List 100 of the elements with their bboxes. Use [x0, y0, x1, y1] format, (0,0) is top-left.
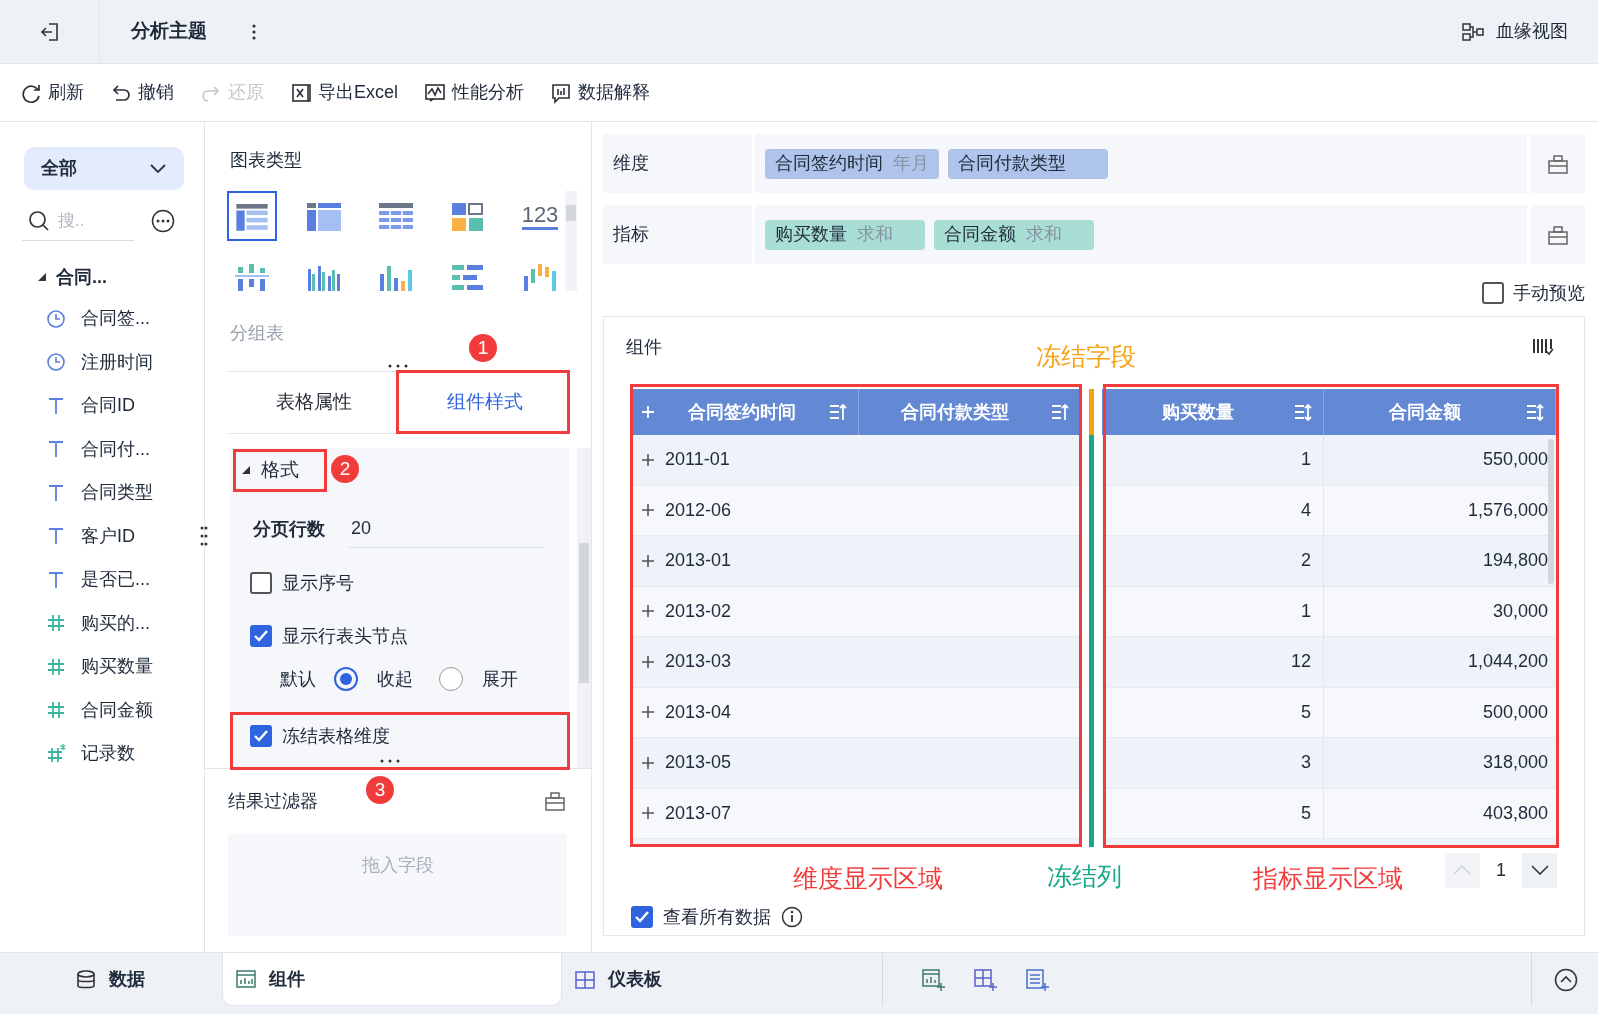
toolbar-button[interactable]: 撤销	[110, 79, 174, 106]
checkbox-option[interactable]: 显示行表头节点	[230, 618, 569, 654]
lineage-view-button[interactable]: 血缘视图	[1462, 18, 1568, 45]
field-item[interactable]: 购买数量	[0, 645, 204, 689]
radio-option[interactable]: 展开	[439, 665, 518, 693]
expand-row-icon[interactable]	[641, 806, 655, 821]
field-chip[interactable]: 合同签约时间 年月	[765, 148, 939, 179]
hash-star-icon	[46, 743, 66, 764]
data-icon	[74, 968, 97, 991]
checkbox-option[interactable]: 冻结表格维度	[230, 718, 569, 754]
bottom-tab[interactable]: 数据	[0, 953, 219, 1006]
drag-handle-icon[interactable]	[200, 526, 208, 546]
step-marker: 3	[366, 776, 394, 804]
field-chip[interactable]: 合同金额 求和	[934, 219, 1094, 250]
field-chip[interactable]: 合同付款类型	[948, 148, 1108, 179]
section-toggle[interactable]: 格式	[230, 448, 299, 492]
hash-icon	[46, 656, 66, 677]
add-table-icon[interactable]	[1025, 967, 1049, 992]
drag-handle-icon[interactable]	[387, 363, 409, 369]
info-icon[interactable]	[781, 906, 803, 928]
chart-type-option[interactable]: 123	[515, 191, 565, 241]
field-item[interactable]: 合同类型	[0, 471, 204, 515]
radio-button[interactable]	[439, 667, 463, 691]
field-item[interactable]: 记录数	[0, 732, 204, 776]
field-item[interactable]: 是否已...	[0, 558, 204, 602]
scrollbar[interactable]	[1548, 439, 1554, 584]
explain-icon	[550, 81, 572, 104]
table-cell-text: 500,000	[1482, 700, 1548, 724]
more-icon[interactable]	[251, 22, 257, 41]
add-layout-icon[interactable]	[973, 967, 997, 992]
field-item[interactable]: 合同金额	[0, 688, 204, 732]
add-chart-icon[interactable]	[921, 967, 945, 992]
field-item[interactable]: 购买的...	[0, 601, 204, 645]
table-cell-text: 403,800	[1482, 801, 1548, 825]
checkbox[interactable]	[250, 572, 272, 594]
field-item[interactable]: 客户ID	[0, 514, 204, 558]
checkbox[interactable]	[1482, 282, 1504, 304]
step-marker: 1	[469, 334, 497, 362]
annotation-label: 冻结字段	[1036, 341, 1136, 372]
scrollbar[interactable]	[577, 448, 591, 768]
checkbox[interactable]	[250, 625, 272, 647]
checkbox[interactable]	[250, 725, 272, 747]
checkbox-option[interactable]: 手动预览	[603, 280, 1585, 306]
toolbar-button[interactable]: 性能分析	[424, 79, 524, 106]
expand-row-icon[interactable]	[641, 705, 655, 720]
sort-icon[interactable]	[1525, 402, 1545, 422]
collapse-icon[interactable]	[1554, 967, 1578, 992]
column-settings-icon[interactable]	[1532, 336, 1554, 358]
text-type-icon	[46, 569, 66, 590]
checkbox-option[interactable]: 显示序号	[230, 565, 569, 601]
expanded-triangle-icon[interactable]	[38, 273, 46, 281]
scrollbar[interactable]	[565, 191, 577, 291]
radio-option[interactable]: 收起	[334, 665, 413, 693]
next-page-button[interactable]	[1522, 852, 1557, 888]
tab[interactable]: 组件样式	[399, 372, 570, 433]
table-cell-text: 318,000	[1482, 751, 1548, 775]
checkbox[interactable]	[631, 906, 653, 928]
table-cell-text: 3	[1301, 751, 1311, 775]
expand-all-icon[interactable]	[641, 405, 655, 419]
field-label: 分页行数	[253, 517, 326, 541]
expand-row-icon[interactable]	[641, 654, 655, 669]
field-item[interactable]: 注册时间	[0, 340, 204, 384]
bottom-tab[interactable]: 组件	[222, 953, 562, 1006]
field-item[interactable]: 合同签...	[0, 297, 204, 341]
toolbar-button[interactable]: 数据解释	[550, 79, 650, 106]
lineage-icon	[1462, 21, 1484, 42]
page-rows-input[interactable]: 20	[349, 510, 545, 548]
expand-row-icon[interactable]	[641, 503, 655, 518]
tab[interactable]: 表格属性	[228, 372, 399, 433]
toolbar-button[interactable]: 导出Excel	[290, 79, 398, 106]
expand-row-icon[interactable]	[641, 553, 655, 568]
field-chip[interactable]: 购买数量 求和	[765, 219, 925, 250]
expand-row-icon[interactable]	[641, 452, 655, 467]
folder-label[interactable]: 合同...	[56, 263, 107, 291]
add-field-icon[interactable]	[544, 791, 566, 811]
drag-handle-icon[interactable]	[379, 758, 401, 764]
sort-icon[interactable]	[1050, 402, 1070, 422]
search-field[interactable]: 搜..	[58, 207, 118, 234]
dashboard-icon	[574, 968, 596, 991]
chart-type-name: 分组表	[229, 322, 285, 344]
more-options-icon[interactable]	[151, 209, 175, 233]
bottom-tab[interactable]: 仪表板	[562, 953, 882, 1006]
table-cell-text: 2013-04	[665, 700, 732, 724]
sort-icon[interactable]	[828, 402, 848, 422]
sort-icon[interactable]	[1293, 402, 1313, 422]
add-field-icon[interactable]	[1546, 224, 1569, 245]
table-cell-text: 2	[1301, 549, 1311, 573]
toolbar-button[interactable]: 刷新	[20, 79, 84, 106]
expand-row-icon[interactable]	[641, 755, 655, 770]
export-icon	[290, 81, 312, 104]
scope-select[interactable]: 全部	[24, 147, 184, 190]
chart-type-option[interactable]	[227, 191, 277, 241]
table-cell-text: 1,044,200	[1467, 650, 1548, 674]
add-field-icon[interactable]	[1546, 153, 1569, 174]
checkbox-option[interactable]: 查看所有数据	[631, 903, 771, 931]
expand-row-icon[interactable]	[641, 604, 655, 619]
table-cell-text: 5	[1301, 700, 1311, 724]
field-item[interactable]: 合同付...	[0, 427, 204, 471]
field-item[interactable]: 合同ID	[0, 384, 204, 428]
radio-button[interactable]	[334, 667, 358, 691]
